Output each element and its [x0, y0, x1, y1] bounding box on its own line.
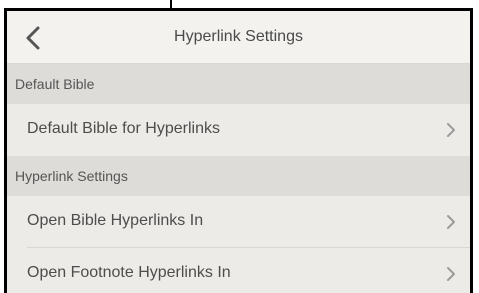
row-label: Open Bible Hyperlinks In — [27, 212, 204, 229]
chevron-right-icon — [447, 215, 455, 229]
section-header-default-bible: Default Bible — [7, 64, 470, 104]
section-header-hyperlink-settings: Hyperlink Settings — [7, 156, 470, 196]
section-title: Default Bible — [15, 76, 95, 92]
chevron-right-icon — [447, 267, 455, 281]
row-label: Open Footnote Hyperlinks In — [27, 264, 231, 281]
settings-panel: Hyperlink Settings Default Bible Default… — [4, 8, 473, 293]
section-title: Hyperlink Settings — [15, 168, 128, 184]
page-title: Hyperlink Settings — [174, 28, 303, 45]
row-open-bible-hyperlinks-in[interactable]: Open Bible Hyperlinks In — [7, 196, 470, 248]
row-default-bible-for-hyperlinks[interactable]: Default Bible for Hyperlinks — [7, 104, 470, 156]
row-label: Default Bible for Hyperlinks — [27, 120, 220, 137]
divider-line — [170, 0, 172, 8]
nav-header: Hyperlink Settings — [7, 11, 470, 64]
row-open-footnote-hyperlinks-in[interactable]: Open Footnote Hyperlinks In — [7, 248, 470, 293]
top-strip — [0, 0, 479, 8]
chevron-right-icon — [447, 123, 455, 137]
